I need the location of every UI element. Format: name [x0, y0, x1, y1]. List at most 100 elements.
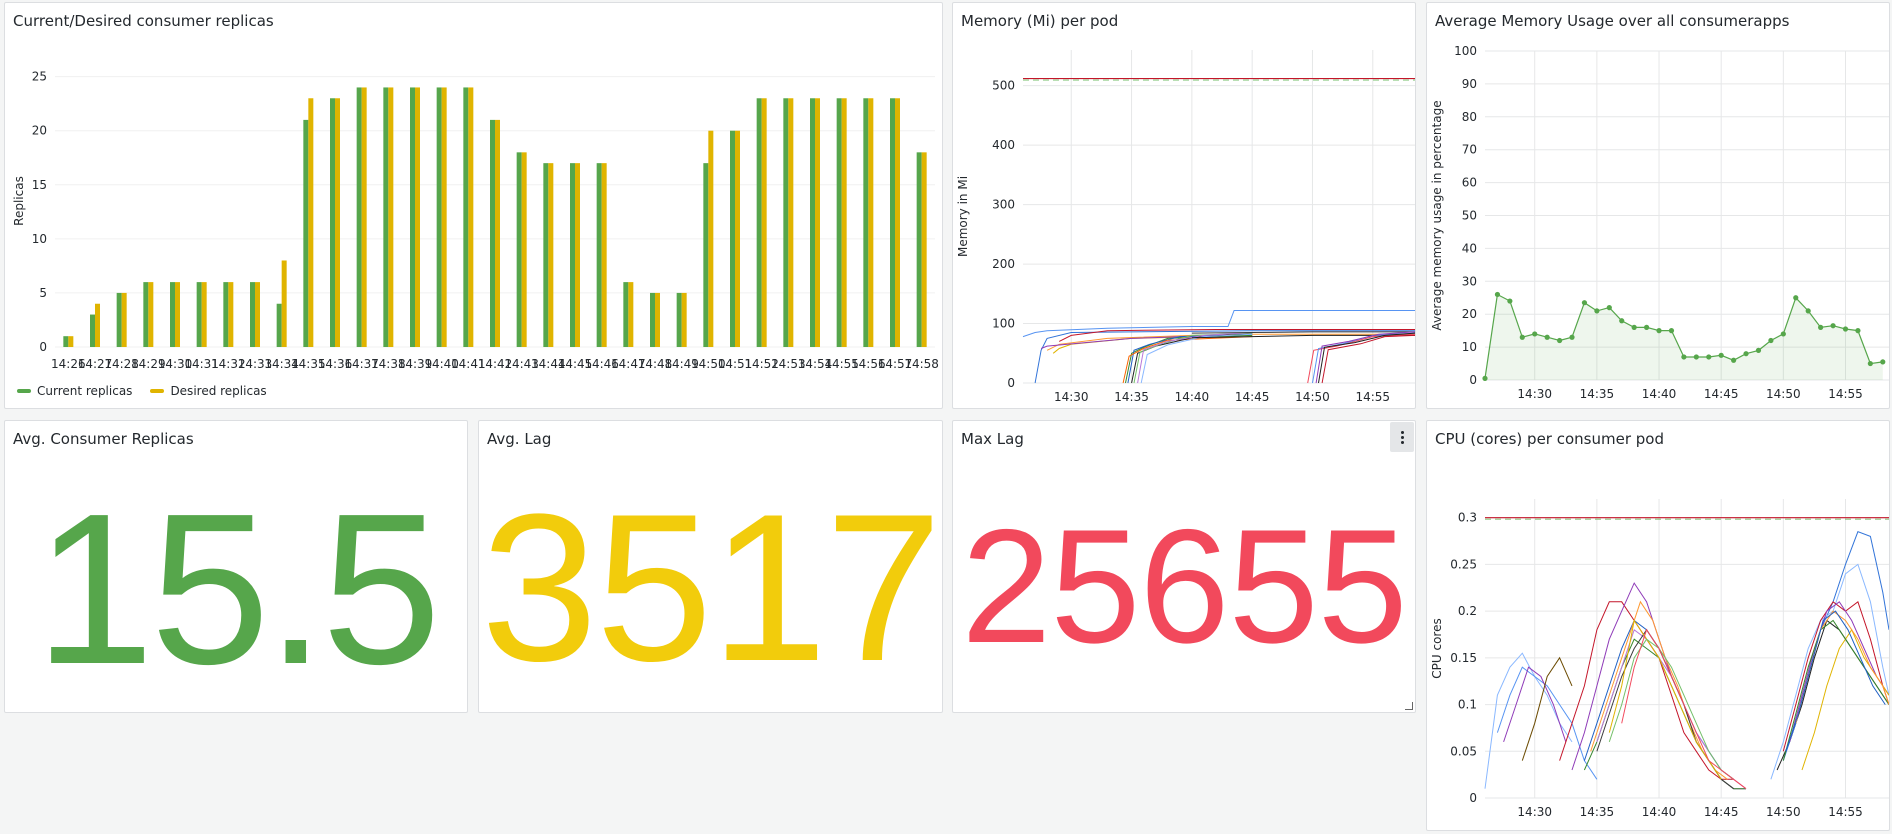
series-line[interactable]: [1321, 334, 1415, 384]
bar-desired[interactable]: [415, 87, 420, 347]
data-point[interactable]: [1793, 295, 1799, 301]
replicas-bar-chart[interactable]: 0510152025Replicas14:2614:2714:2814:2914…: [5, 3, 943, 383]
data-point[interactable]: [1681, 354, 1687, 360]
bar-current[interactable]: [223, 282, 229, 347]
bar-current[interactable]: [570, 163, 575, 347]
data-point[interactable]: [1768, 337, 1774, 344]
bar-desired[interactable]: [788, 98, 794, 347]
bar-current[interactable]: [703, 163, 709, 347]
data-point[interactable]: [1668, 328, 1675, 334]
bar-current[interactable]: [250, 282, 255, 347]
series-line[interactable]: [1496, 666, 1598, 780]
bar-desired[interactable]: [628, 282, 634, 347]
data-point[interactable]: [1818, 324, 1824, 330]
data-point[interactable]: [1556, 337, 1563, 344]
data-point[interactable]: [1830, 323, 1836, 329]
bar-current[interactable]: [516, 152, 522, 347]
bar-desired[interactable]: [575, 163, 580, 347]
panel-avg-lag[interactable]: Avg. Lag 3517: [478, 420, 943, 713]
series-line[interactable]: [1621, 628, 1747, 790]
series-line[interactable]: [1125, 334, 1253, 384]
data-point[interactable]: [1842, 326, 1849, 332]
bar-desired[interactable]: [655, 292, 660, 347]
bar-current[interactable]: [730, 130, 735, 347]
bar-desired[interactable]: [228, 282, 234, 347]
bar-current[interactable]: [863, 98, 869, 347]
series-line[interactable]: [1034, 330, 1415, 384]
panel-title[interactable]: Avg. Lag: [487, 430, 551, 448]
series-line[interactable]: [1782, 531, 1889, 761]
bar-current[interactable]: [436, 87, 442, 347]
bar-desired[interactable]: [121, 292, 127, 347]
bar-current[interactable]: [810, 98, 815, 347]
panel-cpu[interactable]: CPU (cores) per consumer pod 0 0.05 0.1 0.1…: [1426, 420, 1890, 831]
legend-item-desired[interactable]: Desired replicas: [150, 384, 267, 398]
bar-desired[interactable]: [681, 292, 687, 347]
data-point[interactable]: [1718, 352, 1724, 358]
bar-desired[interactable]: [335, 98, 340, 347]
bar-current[interactable]: [330, 98, 335, 347]
data-point[interactable]: [1519, 334, 1525, 340]
series-line[interactable]: [1133, 332, 1253, 384]
series-line[interactable]: [1559, 601, 1734, 780]
series-line[interactable]: [1596, 628, 1747, 790]
data-point[interactable]: [1532, 331, 1538, 337]
bar-current[interactable]: [63, 336, 69, 347]
data-point[interactable]: [1656, 328, 1662, 334]
bar-current[interactable]: [383, 87, 389, 347]
data-point[interactable]: [1619, 318, 1625, 324]
bar-desired[interactable]: [388, 87, 394, 347]
legend-item-current[interactable]: Current replicas: [17, 384, 132, 398]
panel-title[interactable]: Max Lag: [961, 430, 1024, 448]
data-point[interactable]: [1780, 331, 1786, 337]
bar-desired[interactable]: [281, 260, 287, 347]
bar-current[interactable]: [143, 282, 149, 347]
avg-memory-area-chart[interactable]: 0 10 20 30 40 50 60 70 80 90 100 14:30 14:35 14:40 14:…: [1427, 3, 1890, 409]
bar-desired[interactable]: [735, 130, 740, 347]
panel-avg-replicas[interactable]: Avg. Consumer Replicas 15.5: [4, 420, 468, 713]
data-point[interactable]: [1581, 300, 1588, 306]
series-line[interactable]: [1191, 331, 1415, 334]
bar-desired[interactable]: [148, 282, 154, 347]
bar-desired[interactable]: [761, 98, 767, 347]
data-point[interactable]: [1644, 324, 1650, 330]
bar-current[interactable]: [890, 98, 895, 347]
bar-desired[interactable]: [468, 87, 474, 347]
data-point[interactable]: [1693, 354, 1699, 360]
panel-replicas[interactable]: Current/Desired consumer replicas 0 5 10 15…: [4, 2, 943, 409]
data-point[interactable]: [1631, 324, 1637, 330]
bar-current[interactable]: [356, 87, 362, 347]
bar-current[interactable]: [90, 314, 95, 347]
bar-desired[interactable]: [441, 87, 447, 347]
bar-desired[interactable]: [841, 98, 847, 347]
panel-title[interactable]: Avg. Consumer Replicas: [13, 430, 194, 448]
bar-desired[interactable]: [68, 336, 74, 347]
bar-current[interactable]: [543, 163, 549, 347]
bar-desired[interactable]: [495, 119, 500, 347]
data-point[interactable]: [1544, 334, 1550, 340]
bar-desired[interactable]: [175, 282, 180, 347]
data-point[interactable]: [1855, 328, 1861, 334]
data-point[interactable]: [1805, 308, 1811, 314]
bar-current[interactable]: [303, 119, 309, 347]
data-point[interactable]: [1743, 351, 1749, 357]
data-point[interactable]: [1569, 334, 1575, 340]
bar-current[interactable]: [676, 292, 682, 347]
bar-current[interactable]: [916, 152, 922, 347]
bar-desired[interactable]: [548, 163, 554, 347]
series-line[interactable]: [1318, 332, 1416, 384]
cpu-line-chart[interactable]: 0 0.05 0.1 0.15 0.2 0.25 0.3 14:30 14:35 14:40 14:…: [1427, 421, 1890, 831]
bar-current[interactable]: [410, 87, 415, 347]
bar-desired[interactable]: [708, 130, 714, 347]
bar-desired[interactable]: [895, 98, 900, 347]
bar-current[interactable]: [276, 303, 282, 347]
series-line[interactable]: [1596, 628, 1734, 790]
bar-desired[interactable]: [601, 163, 607, 347]
bar-current[interactable]: [116, 292, 122, 347]
data-point[interactable]: [1731, 357, 1737, 363]
bar-current[interactable]: [596, 163, 602, 347]
bar-current[interactable]: [463, 87, 469, 347]
series-line[interactable]: [1770, 563, 1889, 780]
bar-current[interactable]: [623, 282, 629, 347]
series-line[interactable]: [1785, 610, 1886, 752]
